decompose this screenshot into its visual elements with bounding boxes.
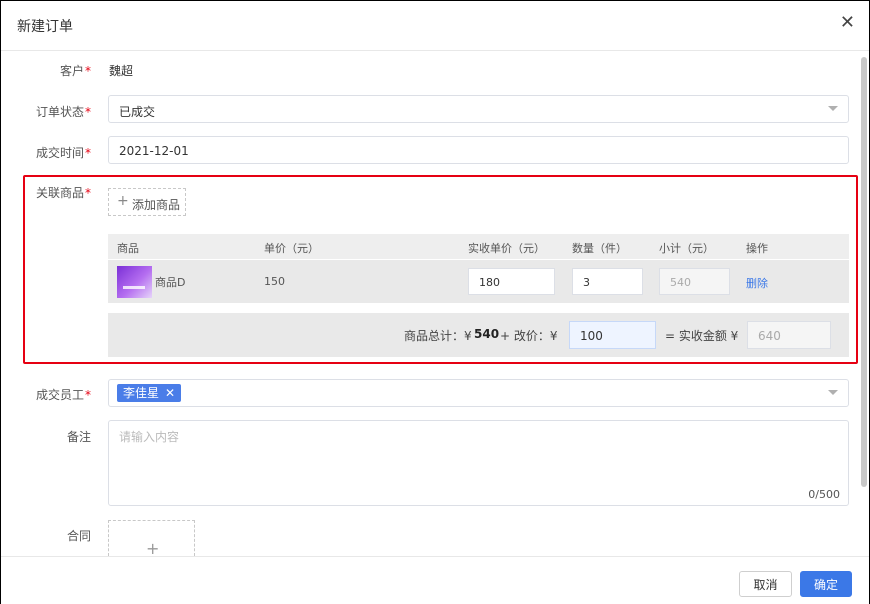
- deal-time-label: 成交时间*: [35, 146, 91, 160]
- staff-select[interactable]: [108, 379, 849, 407]
- dialog-footer: 取消 确定: [1, 556, 869, 604]
- table-row: 商品D 150 180 3 540 删除: [108, 260, 849, 303]
- adjust-label: + 改价：¥: [500, 329, 558, 343]
- actual-amount-value: 640: [758, 329, 781, 343]
- contract-upload[interactable]: +: [108, 520, 195, 558]
- column-header: 数量（件）: [572, 242, 627, 255]
- contract-label: 合同: [66, 529, 91, 543]
- actual-price-input[interactable]: 180: [468, 268, 555, 295]
- product-thumbnail: [117, 266, 152, 298]
- actual-amount-label: = 实收金额 ¥: [665, 329, 739, 343]
- total-value: 540: [474, 327, 500, 341]
- chevron-down-icon: [828, 390, 838, 395]
- add-product-button[interactable]: + 添加商品: [108, 188, 186, 216]
- chevron-down-icon: [828, 106, 838, 111]
- column-header: 单价（元）: [264, 242, 319, 255]
- delete-link[interactable]: 删除: [746, 275, 768, 291]
- close-icon[interactable]: ✕: [165, 386, 175, 400]
- products-label: 关联商品*: [35, 186, 91, 200]
- product-name: 商品D: [155, 276, 186, 289]
- column-header: 小计（元）: [659, 242, 714, 255]
- column-header: 操作: [746, 242, 768, 255]
- cancel-button[interactable]: 取消: [739, 571, 792, 597]
- dialog-header: 新建订单 ✕: [1, 1, 869, 51]
- products-table-header: 商品 单价（元） 实收单价（元） 数量（件） 小计（元） 操作: [108, 234, 849, 259]
- product-price: 150: [264, 275, 285, 288]
- deal-time-value: 2021-12-01: [119, 144, 189, 158]
- quantity-value: 3: [583, 276, 590, 289]
- column-header: 实收单价（元）: [468, 242, 545, 255]
- plus-icon: +: [117, 193, 129, 209]
- staff-label: 成交员工*: [35, 388, 91, 402]
- remark-label: 备注: [66, 430, 91, 444]
- total-label: 商品总计：¥: [404, 329, 472, 343]
- order-status-select[interactable]: 已成交: [108, 95, 849, 123]
- order-status-label: 订单状态*: [35, 105, 91, 119]
- customer-value: 魏超: [109, 64, 134, 78]
- price-adjust-input[interactable]: 100: [569, 321, 656, 349]
- order-status-value: 已成交: [119, 105, 156, 119]
- actual-amount-field: 640: [747, 321, 831, 349]
- add-product-label: 添加商品: [132, 198, 181, 212]
- customer-label: 客户*: [59, 64, 91, 78]
- deal-time-picker[interactable]: 2021-12-01: [108, 136, 849, 164]
- subtotal-field: 540: [659, 268, 730, 295]
- new-order-dialog: 新建订单 ✕ 客户* 魏超 订单状态* 已成交 成交时间* 2021-12-01…: [0, 0, 870, 604]
- dialog-title: 新建订单: [17, 19, 73, 35]
- confirm-button[interactable]: 确定: [800, 571, 852, 597]
- remark-textarea[interactable]: 请输入内容 0/500: [108, 420, 849, 506]
- staff-tag-label: 李佳星: [123, 386, 160, 400]
- scrollbar[interactable]: [861, 57, 867, 487]
- staff-tag: 李佳星 ✕: [117, 384, 182, 402]
- actual-price-value: 180: [479, 276, 500, 289]
- quantity-input[interactable]: 3: [572, 268, 643, 295]
- column-header: 商品: [117, 242, 139, 255]
- remark-placeholder: 请输入内容: [119, 430, 180, 444]
- close-icon[interactable]: ✕: [840, 12, 855, 33]
- remark-counter: 0/500: [808, 488, 840, 501]
- products-summary: 商品总计：¥ 540 + 改价：¥ 100 = 实收金额 ¥ 640: [108, 313, 849, 357]
- subtotal-value: 540: [670, 276, 691, 289]
- price-adjust-value: 100: [580, 329, 603, 343]
